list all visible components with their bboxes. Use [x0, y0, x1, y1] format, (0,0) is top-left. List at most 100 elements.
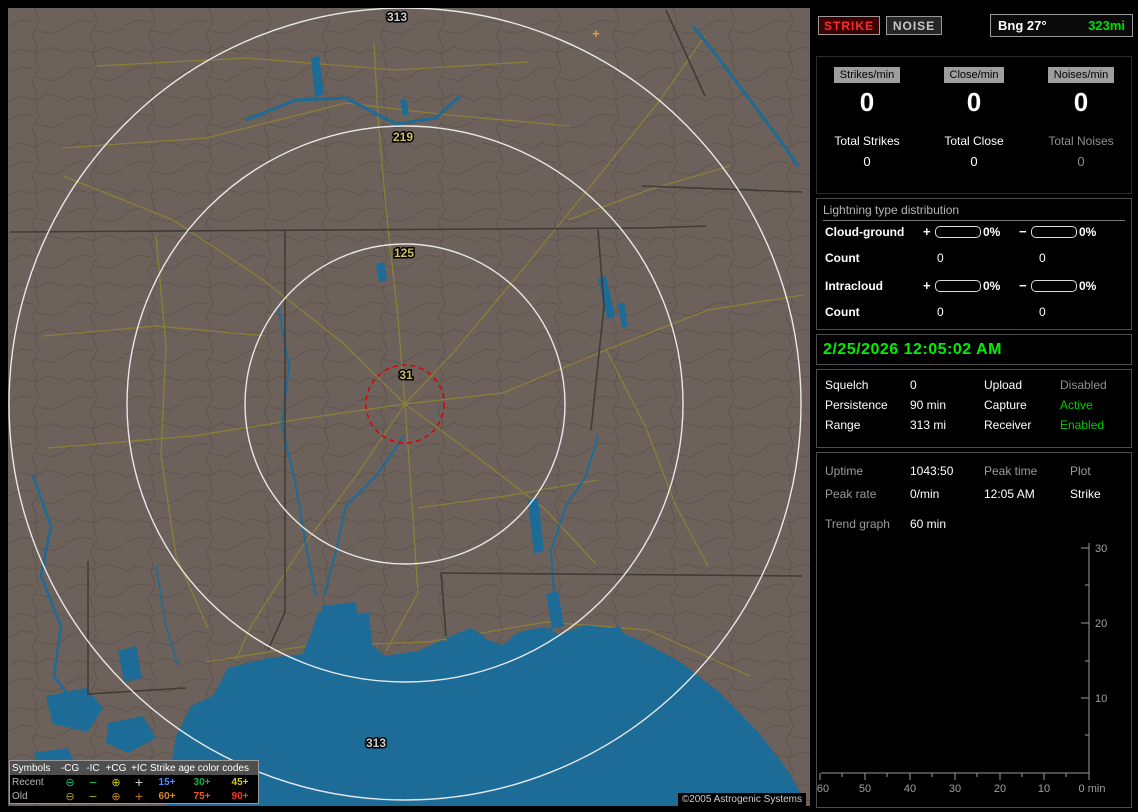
- noises-per-min-value: 0: [1073, 87, 1089, 117]
- strikes-per-min-value: 0: [859, 87, 875, 117]
- range-setting-value: 313 mi: [910, 418, 947, 432]
- bearing-range-display: Bng 27° 323mi: [990, 14, 1133, 37]
- trend-y-tick-30: 30: [1095, 543, 1107, 555]
- trend-graph: 30 20 10 60 50 40 30 20 10 0 min: [817, 543, 1107, 795]
- cg-positive-percent: 0%: [983, 225, 1001, 239]
- total-close-label: Total Close: [944, 134, 1004, 148]
- trend-x-tick-20: 20: [994, 783, 1006, 795]
- ic-negative-count: 0: [1039, 305, 1046, 319]
- datetime-panel: 2/25/2026 12:05:02 AM: [816, 334, 1132, 365]
- cg-negative-count: 0: [1039, 251, 1046, 265]
- strike-toggle-button[interactable]: STRIKE: [818, 16, 880, 35]
- plus-sign: +: [923, 278, 931, 293]
- minus-sign: −: [1019, 278, 1027, 293]
- cg-neg-old-icon: ⊖: [65, 789, 75, 803]
- cg-positive-bar: [935, 226, 981, 238]
- uptime-value: 1043:50: [910, 464, 954, 478]
- cloud-ground-row: Cloud-ground + 0% − 0%: [825, 224, 1127, 241]
- trend-x-tick-50: 50: [859, 783, 871, 795]
- legend-old-row: Old ⊖ − ⊕ + 60+ 75+ 90+: [10, 789, 258, 803]
- persistence-value: 90 min: [910, 398, 947, 412]
- plot-label: Plot: [1070, 464, 1091, 478]
- intracloud-row: Intracloud + 0% − 0%: [825, 278, 1127, 295]
- trend-x-tick-60: 60: [817, 783, 829, 795]
- range-ring-label-125: 125: [394, 246, 414, 260]
- map-marker-icon: +: [592, 26, 600, 41]
- current-datetime: 2/25/2026 12:05:02 AM: [823, 341, 1002, 358]
- noises-per-min-badge: Noises/min: [1047, 67, 1115, 83]
- status-panel: Uptime 1043:50 Peak time Plot Peak rate …: [816, 452, 1132, 808]
- trend-x-tick-10: 10: [1038, 783, 1050, 795]
- cg-pos-recent-icon: ⊕: [111, 775, 121, 789]
- receiver-label: Receiver: [984, 418, 1032, 432]
- trend-y-tick-20: 20: [1095, 618, 1107, 630]
- trend-graph-label: Trend graph: [825, 517, 890, 531]
- total-strikes-value: 0: [863, 154, 871, 169]
- persistence-label: Persistence: [825, 398, 888, 412]
- plus-sign: +: [923, 224, 931, 239]
- legend-recent-label: Recent: [12, 776, 44, 788]
- peak-rate-value: 0/min: [910, 487, 940, 501]
- strikes-column: Strikes/min 0 Total Strikes 0: [817, 65, 917, 169]
- lightning-type-panel: Lightning type distribution Cloud-ground…: [816, 198, 1132, 330]
- legend-header: Symbols -CG -IC +CG +IC Strike age color…: [10, 761, 258, 775]
- strikes-per-min-badge: Strikes/min: [833, 67, 901, 83]
- settings-panel: Squelch 0 Upload Disabled Persistence 90…: [816, 369, 1132, 448]
- cg-negative-percent: 0%: [1079, 225, 1097, 239]
- age-30-label: 30+: [193, 776, 211, 788]
- range-ring-label-219: 219: [393, 130, 413, 144]
- lightning-map[interactable]: + 313 219 125 31 313: [8, 8, 810, 806]
- age-75-label: 75+: [193, 790, 211, 802]
- strike-stats-panel: Strikes/min 0 Total Strikes 0 Close/min …: [816, 56, 1132, 194]
- capture-label: Capture: [984, 398, 1027, 412]
- legend-col-pos-ic: +IC: [131, 762, 147, 774]
- range-ring-label-313-top: 313: [387, 10, 407, 24]
- cg-positive-count: 0: [937, 251, 944, 265]
- receiver-status: Enabled: [1060, 418, 1105, 432]
- range-ring-label-313-bottom: 313: [366, 736, 386, 750]
- legend-col-neg-ic: -IC: [86, 762, 100, 774]
- uptime-label: Uptime: [825, 464, 864, 478]
- age-90-label: 90+: [231, 790, 249, 802]
- app-window: + 313 219 125 31 313 Symbols -CG -IC +CG…: [0, 0, 1138, 812]
- peak-rate-label: Peak rate: [825, 487, 877, 501]
- squelch-label: Squelch: [825, 378, 869, 392]
- cloud-ground-count-row: Count 0 0: [825, 251, 1127, 267]
- total-noises-value: 0: [1077, 154, 1085, 169]
- ic-positive-percent: 0%: [983, 279, 1001, 293]
- upload-status: Disabled: [1060, 378, 1107, 392]
- age-15-label: 15+: [158, 776, 176, 788]
- copyright-text: ©2005 Astrogenic Systems: [677, 793, 806, 806]
- settings-row: Range 313 mi Receiver Enabled: [817, 418, 1131, 434]
- settings-row: Persistence 90 min Capture Active: [817, 398, 1131, 414]
- legend-symbols-title: Symbols: [12, 762, 51, 774]
- range-value: 323mi: [1088, 18, 1125, 33]
- cg-neg-recent-icon: ⊖: [65, 775, 75, 789]
- capture-status: Active: [1060, 398, 1093, 412]
- bearing-value: Bng 27°: [998, 18, 1047, 33]
- plot-type-value: Strike: [1070, 487, 1101, 501]
- legend-old-label: Old: [12, 790, 28, 802]
- trend-x-tick-40: 40: [904, 783, 916, 795]
- settings-row: Squelch 0 Upload Disabled: [817, 378, 1131, 394]
- total-close-value: 0: [970, 154, 978, 169]
- status-row: Uptime 1043:50 Peak time Plot: [817, 464, 1131, 480]
- age-60-label: 60+: [158, 790, 176, 802]
- close-per-min-badge: Close/min: [943, 67, 1005, 83]
- close-per-min-value: 0: [966, 87, 982, 117]
- range-ring-label-31: 31: [399, 368, 413, 382]
- peak-time-label: Peak time: [984, 464, 1038, 478]
- legend-age-title: Strike age color codes: [150, 762, 249, 774]
- total-strikes-label: Total Strikes: [834, 134, 900, 148]
- ic-positive-count: 0: [937, 305, 944, 319]
- legend-col-neg-cg: -CG: [60, 762, 80, 774]
- ic-neg-old-icon: −: [88, 789, 98, 803]
- noises-column: Noises/min 0 Total Noises 0: [1031, 65, 1131, 169]
- ic-neg-recent-icon: −: [88, 775, 98, 789]
- trend-x-tick-30: 30: [949, 783, 961, 795]
- status-row: Peak rate 0/min 12:05 AM Strike: [817, 487, 1131, 503]
- peak-time-value: 12:05 AM: [984, 487, 1035, 501]
- age-45-label: 45+: [231, 776, 249, 788]
- minus-sign: −: [1019, 224, 1027, 239]
- noise-toggle-button[interactable]: NOISE: [886, 16, 942, 35]
